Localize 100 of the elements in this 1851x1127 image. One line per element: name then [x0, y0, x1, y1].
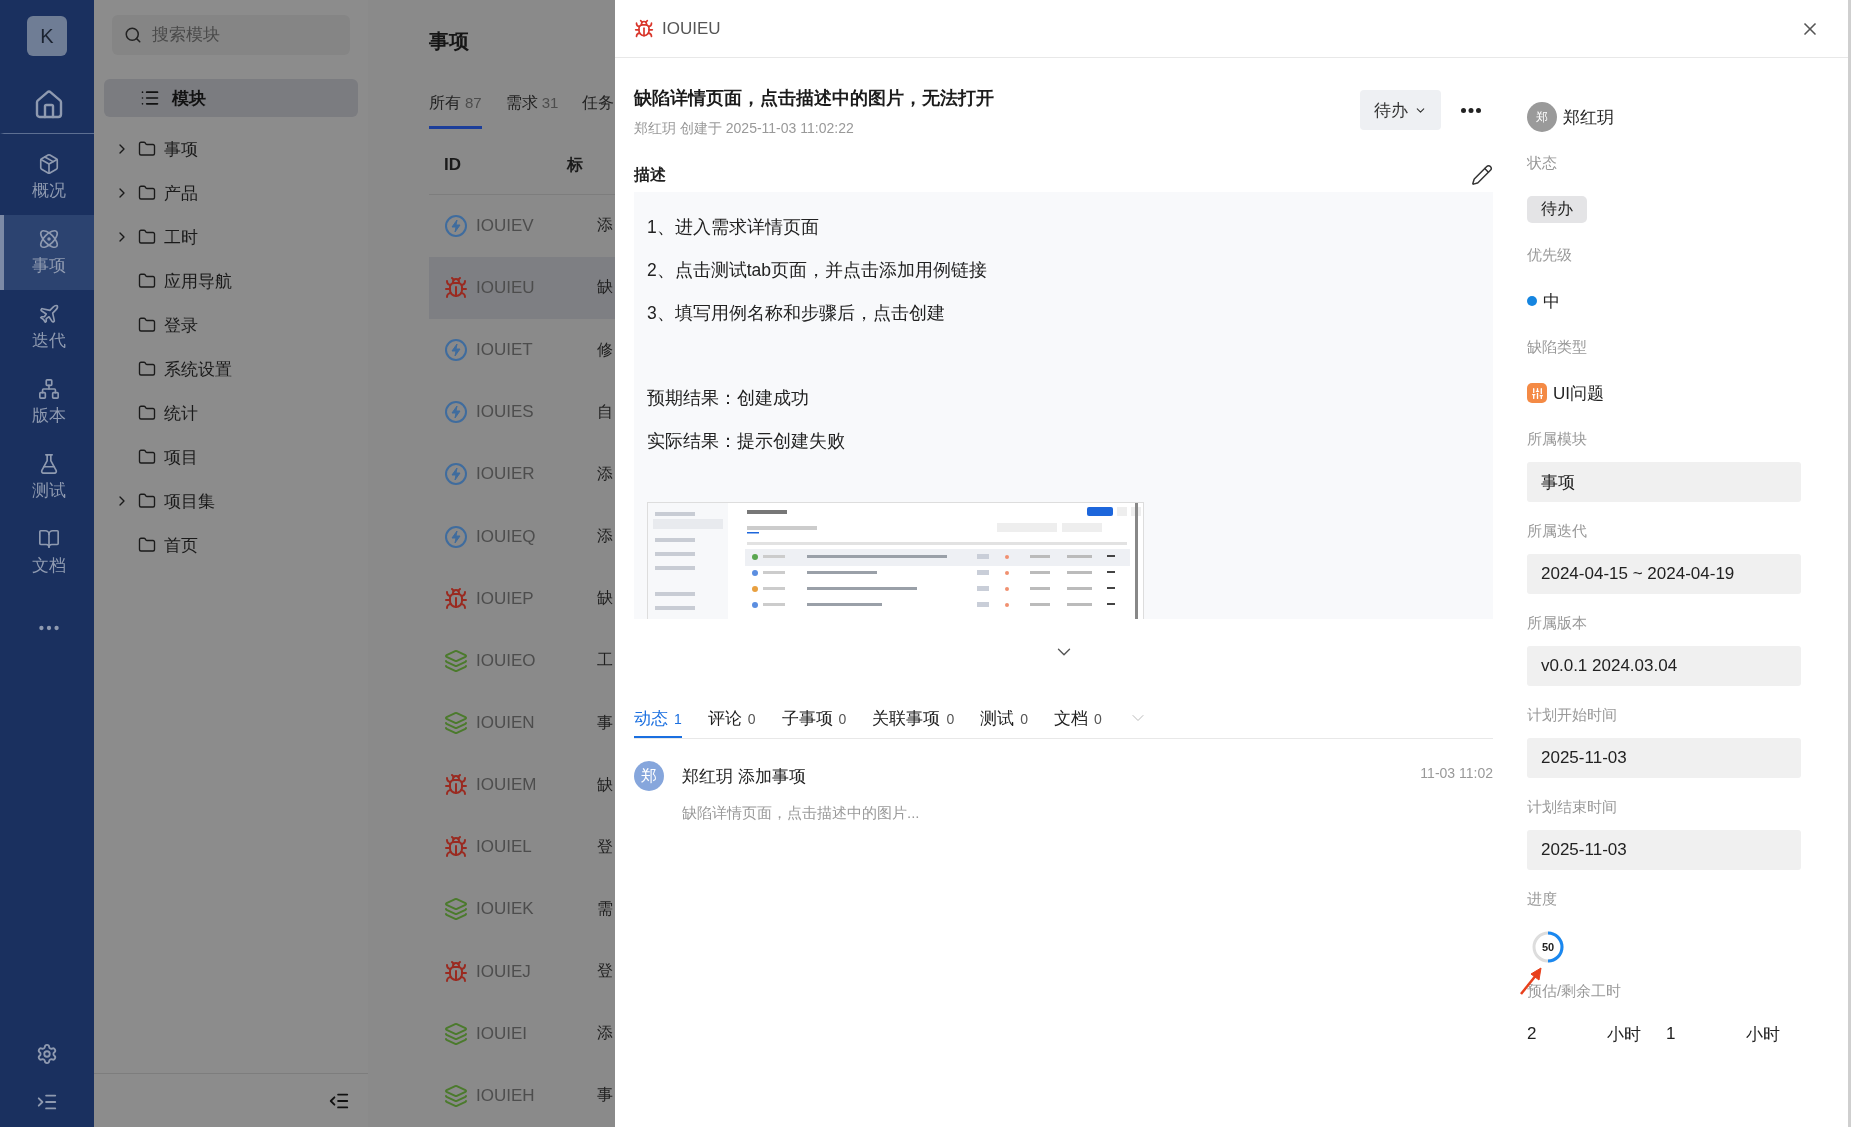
more-button[interactable]: [1461, 108, 1481, 113]
issue-id: IOUIEJ: [476, 961, 531, 982]
flask-icon: [38, 453, 60, 475]
property-label: 计划结束时间: [1527, 796, 1618, 817]
issue-id: IOUIEI: [476, 1023, 527, 1044]
issue-id: IOUIEP: [476, 588, 534, 609]
list-tab[interactable]: 需求 31: [505, 93, 559, 129]
bug-icon: [444, 275, 468, 300]
status-button[interactable]: 待办: [1360, 90, 1441, 130]
select-field[interactable]: 2025-11-03: [1527, 738, 1801, 778]
workspace-logo[interactable]: K: [27, 16, 67, 56]
list-tab[interactable]: 所有 87: [429, 93, 482, 129]
created-meta: 郑红玥 创建于 2025-11-03 11:02:22: [634, 120, 855, 138]
issue-id: IOUIEQ: [476, 526, 536, 547]
issue-title: 登: [597, 961, 613, 982]
issue-title: 添: [597, 463, 613, 484]
nav-item[interactable]: 文档: [0, 515, 94, 590]
nav-label: 版本: [32, 405, 66, 427]
list-icon: [140, 88, 160, 108]
module-header[interactable]: 模块: [104, 79, 358, 117]
sliders-icon: [1527, 383, 1547, 403]
nav-label: 事项: [32, 255, 66, 277]
detail-tab[interactable]: 子事项 0: [781, 707, 847, 738]
nav-item[interactable]: 迭代: [0, 290, 94, 365]
detail-tab[interactable]: 评论 0: [707, 707, 756, 738]
property-label: 所属版本: [1527, 612, 1588, 633]
folder-icon: [138, 492, 156, 510]
issue-id: IOUIET: [476, 340, 533, 361]
search-field[interactable]: 搜索模块: [112, 15, 350, 55]
bug-icon: [444, 586, 468, 611]
select-field[interactable]: 事项: [1527, 462, 1801, 502]
tree-item[interactable]: 事项: [94, 127, 368, 171]
activity-title: 郑红玥 添加事项: [682, 766, 806, 788]
select-field[interactable]: v0.0.1 2024.03.04: [1527, 646, 1801, 686]
property-label: 预估/剩余工时: [1527, 980, 1623, 1001]
nav-label: 测试: [32, 480, 66, 502]
issue-title: 事: [597, 1085, 613, 1106]
tree-item[interactable]: 统计: [94, 391, 368, 435]
tree-item[interactable]: 项目集: [94, 479, 368, 523]
tree-item[interactable]: 产品: [94, 171, 368, 215]
progress-value: 50: [1540, 940, 1556, 954]
atom-icon: [38, 228, 60, 250]
nav-label: 文档: [32, 555, 66, 577]
status-tag[interactable]: 待办: [1527, 195, 1587, 223]
detail-tab[interactable]: 测试 0: [980, 707, 1028, 738]
progress-ring: [1531, 930, 1565, 964]
defect-type-value: UI问题: [1553, 382, 1604, 405]
activity-time: 11-03 11:02: [1420, 765, 1493, 783]
network-icon: [38, 378, 60, 400]
detail-tab[interactable]: 文档 0: [1054, 707, 1102, 738]
folder-icon: [138, 448, 156, 466]
folder-icon: [138, 360, 156, 378]
issue-id: IOUIEO: [476, 650, 536, 671]
tree-item[interactable]: 登录: [94, 303, 368, 347]
nav-item[interactable]: 测试: [0, 440, 94, 515]
section-title: 描述: [634, 164, 666, 185]
detail-tab[interactable]: 动态 1: [634, 707, 682, 738]
folder-icon: [138, 184, 156, 202]
nav-item[interactable]: 事项: [0, 215, 94, 290]
issue-id: IOUIEK: [476, 899, 534, 920]
edit-icon[interactable]: [1471, 164, 1493, 186]
tree-item[interactable]: 系统设置: [94, 347, 368, 391]
tree-item[interactable]: 应用导航: [94, 259, 368, 303]
avatar: 郑: [634, 761, 664, 791]
tree-item[interactable]: 工时: [94, 215, 368, 259]
layers-icon: [444, 1083, 468, 1108]
issue-title: 添: [597, 526, 613, 547]
select-field[interactable]: 2024-04-15 ~ 2024-04-19: [1527, 554, 1801, 594]
column-header: ID: [443, 155, 462, 176]
assignee-name: 郑红玥: [1563, 106, 1614, 129]
issue-id: IOUIEM: [476, 775, 537, 796]
home-icon: [33, 88, 65, 121]
issue-title: 缺陷详情页面，点击描述中的图片，无法打开: [634, 87, 995, 110]
description-line: 实际结果：提示创建失败: [647, 429, 846, 453]
hours-input[interactable]: 1: [1666, 1024, 1746, 1044]
issue-title: 自: [597, 401, 613, 422]
folder-icon: [138, 536, 156, 554]
property-label: 缺陷类型: [1527, 336, 1588, 357]
list-tab[interactable]: 任务: [582, 93, 615, 129]
issue-id: IOUIEN: [476, 713, 535, 733]
description-line: 3、填写用例名称和步骤后，点击创建: [647, 301, 946, 325]
description-line: 1、进入需求详情页面: [647, 216, 820, 240]
lightning-circle-icon: [444, 462, 468, 487]
issue-id: IOUIER: [476, 464, 535, 485]
nav-item[interactable]: 概况: [0, 140, 94, 215]
property-label: 状态: [1527, 152, 1558, 173]
more-icon: [1461, 108, 1481, 113]
tree-item[interactable]: 项目: [94, 435, 368, 479]
layers-icon: [444, 711, 468, 735]
detail-tab[interactable]: 关联事项 0: [872, 707, 955, 738]
property-label: 计划开始时间: [1527, 704, 1618, 725]
nav-label: 迭代: [32, 330, 66, 352]
plane-icon: [38, 303, 60, 325]
select-field[interactable]: 2025-11-03: [1527, 830, 1801, 870]
tree-item[interactable]: 首页: [94, 523, 368, 567]
settings-icon[interactable]: [36, 1043, 58, 1065]
activity-summary: 缺陷详情页面，点击描述中的图片...: [682, 804, 921, 823]
nav-item[interactable]: 版本: [0, 365, 94, 440]
hours-input[interactable]: 2: [1527, 1024, 1607, 1044]
column-header: 标: [567, 154, 583, 175]
